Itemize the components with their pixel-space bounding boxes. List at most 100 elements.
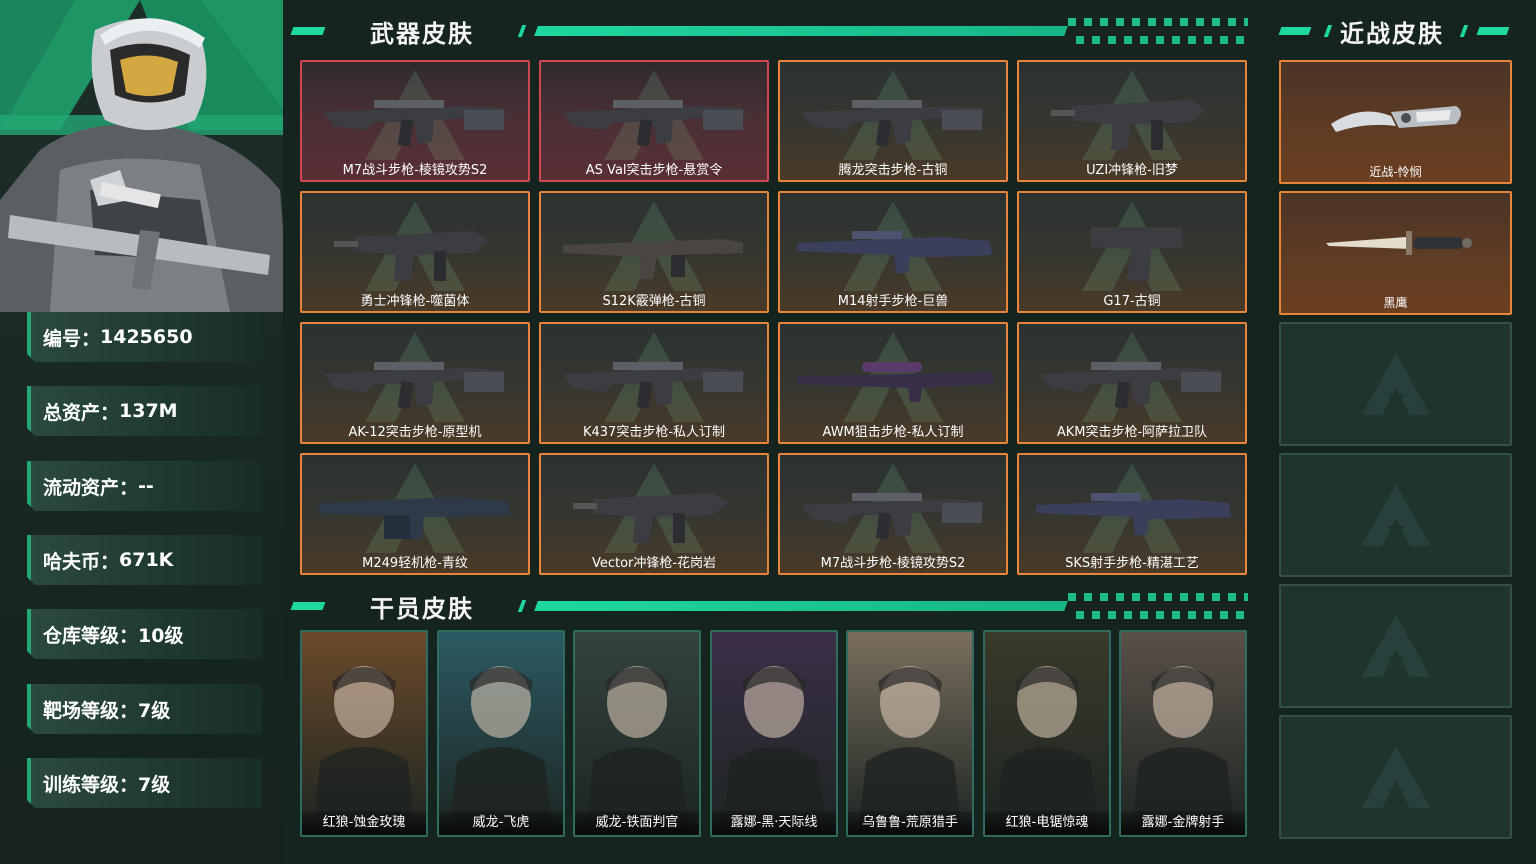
shotgun-icon (563, 239, 743, 279)
melee-name: 黑鹰 (1383, 296, 1408, 310)
stat-label: 流动资产： (43, 476, 139, 499)
operator-name: 红狼-电锯惊魂 (985, 811, 1109, 835)
stat-value: -- (138, 475, 154, 497)
operator-portrait (858, 666, 962, 835)
header-tick (1323, 25, 1333, 37)
weapon-card[interactable]: AK-12突击步枪-原型机 (300, 322, 530, 444)
operator-portrait (995, 666, 1099, 835)
weapon-card[interactable]: M14射手步枪-巨兽 (778, 191, 1008, 313)
operator-card[interactable]: 红狼-蚀金玫瑰 (300, 630, 428, 837)
header-accent-bar (290, 27, 326, 35)
melee-skins-title: 近战皮肤 (1340, 20, 1444, 48)
operator-card[interactable]: 威龙-飞虎 (437, 630, 565, 837)
rifle-icon (802, 100, 984, 147)
weapon-card[interactable]: M249轻机枪-青纹 (300, 453, 530, 575)
weapon-name: Vector冲锋枪-花岗岩 (591, 556, 717, 571)
header-accent-bar (534, 601, 1068, 611)
operator-portrait (722, 666, 826, 835)
weapon-card[interactable]: 腾龙突击步枪-古铜 (778, 60, 1008, 182)
header-checker-pattern (1068, 36, 1248, 44)
stat-value: 1425650 (100, 326, 193, 348)
operator-name: 露娜-金牌射手 (1121, 811, 1245, 835)
operator-name: 乌鲁鲁-荒原猎手 (848, 811, 972, 835)
operator-portrait (312, 666, 416, 835)
weapon-card[interactable]: M7战斗步枪-棱镜攻势S2 (300, 60, 530, 182)
weapon-card[interactable]: AKM突击步枪-阿萨拉卫队 (1017, 322, 1247, 444)
melee-empty-slot (1279, 322, 1512, 446)
weapon-name: M7战斗步枪-棱镜攻势S2 (820, 556, 966, 571)
watermark-logo-icon (1361, 746, 1430, 808)
weapon-name: AKM突击步枪-阿萨拉卫队 (1056, 425, 1208, 440)
rifle-icon (1041, 362, 1223, 409)
operator-name: 红狼-蚀金玫瑰 (302, 811, 426, 835)
operator-skins-title: 干员皮肤 (370, 595, 474, 623)
operator-card[interactable]: 乌鲁鲁-荒原猎手 (846, 630, 974, 837)
melee-card[interactable]: 近战-怜悯 (1279, 60, 1512, 184)
smg-icon (334, 231, 489, 281)
stat-label: 哈夫币： (43, 550, 120, 573)
operator-portrait (449, 666, 553, 835)
weapon-card[interactable]: M7战斗步枪-棱镜攻势S2 (778, 453, 1008, 575)
operator-card[interactable]: 威龙-铁面判官 (573, 630, 701, 837)
header-tick (517, 25, 527, 37)
operator-portrait (1131, 666, 1235, 835)
watermark-logo-icon (1361, 353, 1430, 415)
weapon-card[interactable]: AS Val突击步枪-悬赏令 (539, 60, 769, 182)
operator-name: 露娜-黑·天际线 (712, 811, 836, 835)
stat-value: 7级 (138, 699, 171, 722)
weapon-card[interactable]: K437突击步枪-私人订制 (539, 322, 769, 444)
weapon-card[interactable]: S12K霰弹枪-古铜 (539, 191, 769, 313)
melee-name: 近战-怜悯 (1369, 165, 1422, 179)
header-checker-pattern (1068, 611, 1248, 619)
weapon-card[interactable]: AWM狙击步枪-私人订制 (778, 322, 1008, 444)
melee-empty-slot (1279, 715, 1512, 839)
header-checker-pattern (1068, 593, 1248, 601)
weapon-name: M14射手步枪-巨兽 (837, 294, 949, 309)
melee-empty-slot (1279, 584, 1512, 708)
weapon-name: AWM狙击步枪-私人订制 (822, 425, 964, 440)
smg-icon (1051, 100, 1206, 150)
stat-liquid-assets: 流动资产： -- (27, 461, 262, 511)
pistol-icon (1091, 227, 1183, 281)
stat-player-id: 编号： 1425650 (27, 312, 262, 362)
operator-name: 威龙-铁面判官 (575, 811, 699, 835)
weapon-name: G17-古铜 (1103, 294, 1161, 309)
stat-warehouse-level: 仓库等级： 10级 (27, 609, 262, 659)
weapon-name: M249轻机枪-青纹 (362, 556, 468, 571)
weapon-name: AS Val突击步枪-悬赏令 (585, 163, 723, 178)
stat-value: 7级 (138, 773, 171, 796)
operator-card[interactable]: 红狼-电锯惊魂 (983, 630, 1111, 837)
weapon-name: 勇士冲锋枪-噬菌体 (360, 294, 470, 309)
header-accent-bar (1278, 27, 1312, 35)
watermark-logo-icon (1361, 484, 1430, 546)
rifle-icon (324, 362, 506, 409)
rifle-icon (563, 362, 745, 409)
karambit-icon (1331, 106, 1461, 132)
rifle-icon (324, 100, 506, 147)
weapon-skins-title: 武器皮肤 (370, 20, 474, 48)
marksman-rifle-icon (797, 231, 992, 273)
watermark-logo-icon (1361, 615, 1430, 677)
smg-icon (573, 493, 728, 543)
operator-avatar (0, 18, 283, 312)
operator-name: 威龙-飞虎 (439, 811, 563, 835)
stat-havoc-coin: 哈夫币： 671K (27, 535, 262, 585)
operator-card[interactable]: 露娜-金牌射手 (1119, 630, 1247, 837)
weapon-card[interactable]: SKS射手步枪-精湛工艺 (1017, 453, 1247, 575)
weapon-name: UZI冲锋枪-旧梦 (1086, 163, 1178, 178)
operator-skins-header: 干员皮肤 (290, 589, 1248, 623)
marksman-rifle-icon (1036, 493, 1231, 535)
header-accent-bar (290, 602, 326, 610)
weapon-name: M7战斗步枪-棱镜攻势S2 (342, 163, 488, 178)
weapon-card[interactable]: Vector冲锋枪-花岗岩 (539, 453, 769, 575)
lmg-icon (319, 497, 510, 539)
melee-card[interactable]: 黑鹰 (1279, 191, 1512, 315)
weapon-name: 腾龙突击步枪-古铜 (838, 163, 948, 178)
weapon-card[interactable]: 勇士冲锋枪-噬菌体 (300, 191, 530, 313)
weapon-card[interactable]: UZI冲锋枪-旧梦 (1017, 60, 1247, 182)
weapon-card[interactable]: G17-古铜 (1017, 191, 1247, 313)
weapon-name: S12K霰弹枪-古铜 (602, 294, 706, 309)
profile-panel: 编号： 1425650 总资产： 137M 流动资产： -- 哈夫币： 671K… (0, 0, 283, 864)
operator-card[interactable]: 露娜-黑·天际线 (710, 630, 838, 837)
stat-value: 671K (119, 549, 174, 571)
